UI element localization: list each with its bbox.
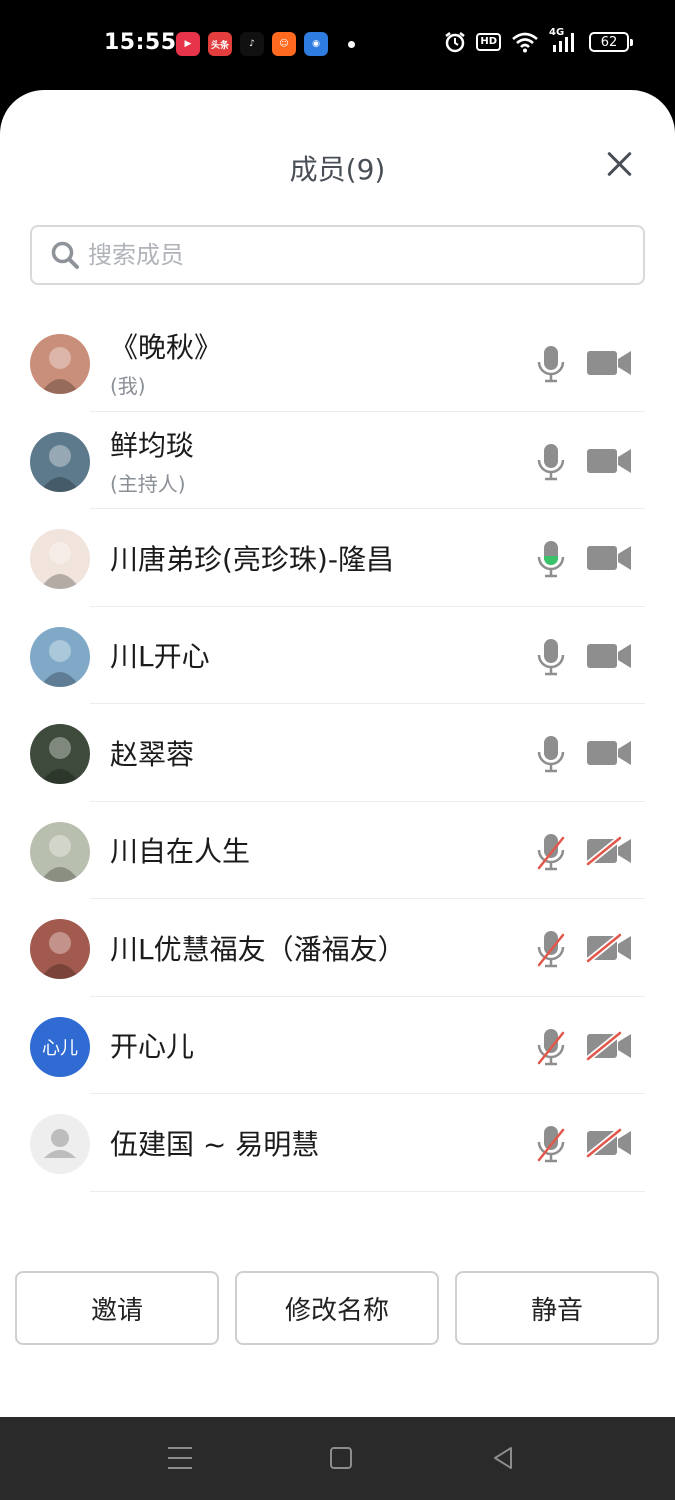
toutiao-app-icon: 头条 xyxy=(208,32,232,56)
status-time: 15:55 xyxy=(104,30,177,55)
mic-muted-icon[interactable] xyxy=(536,832,566,872)
avatar xyxy=(30,724,90,784)
default-avatar-icon xyxy=(30,1114,90,1174)
camera-off-icon[interactable] xyxy=(586,1127,632,1159)
avatar xyxy=(30,334,90,394)
member-info: 伍建国 ~ 易明慧 xyxy=(110,1094,319,1192)
tiktok-app-icon: ♪ xyxy=(240,32,264,56)
mic-icon[interactable] xyxy=(536,734,566,774)
avatar xyxy=(30,529,90,589)
member-role: (主持人) xyxy=(110,471,186,496)
member-info: 开心儿 xyxy=(110,997,194,1095)
avatar xyxy=(30,919,90,979)
invite-button[interactable]: 邀请 xyxy=(15,1271,219,1345)
member-name: 《晚秋》 xyxy=(110,331,223,365)
mute-button[interactable]: 静音 xyxy=(455,1271,659,1345)
camera-off-icon[interactable] xyxy=(586,932,632,964)
member-info: 《晚秋》 (我) xyxy=(110,314,222,412)
member-row[interactable]: 川L优慧福友（潘福友） xyxy=(0,899,675,997)
member-row[interactable]: 伍建国 ~ 易明慧 xyxy=(0,1094,675,1192)
camera-icon[interactable] xyxy=(586,738,632,768)
member-name: 开心儿 xyxy=(110,1030,195,1064)
camera-icon[interactable] xyxy=(586,543,632,573)
avatar: 心儿 xyxy=(30,1016,90,1077)
member-name: 赵翠蓉 xyxy=(110,737,195,771)
mic-muted-icon[interactable] xyxy=(536,929,566,969)
member-info: 川唐弟珍(亮珍珠)-隆昌 xyxy=(110,509,394,607)
member-row[interactable]: 心儿 开心儿 xyxy=(0,997,675,1095)
member-info: 赵翠蓉 xyxy=(110,704,194,802)
camera-icon[interactable] xyxy=(586,348,632,378)
member-name: 川L优慧福友（潘福友） xyxy=(110,932,406,966)
avatar xyxy=(30,431,90,492)
member-info: 鲜均琰 (主持人) xyxy=(110,412,194,510)
system-nav-bar xyxy=(0,1417,675,1500)
mic-icon[interactable] xyxy=(536,637,566,677)
row-divider xyxy=(90,1190,645,1192)
kuaishou-app-icon: ☺ xyxy=(272,32,296,56)
avatar xyxy=(30,821,90,882)
alarm-icon xyxy=(445,32,466,53)
battery-icon: 62 xyxy=(589,32,633,52)
back-button[interactable] xyxy=(490,1445,516,1471)
member-name: 川唐弟珍(亮珍珠)-隆昌 xyxy=(110,542,394,576)
hd-icon: HD xyxy=(476,33,501,51)
home-button[interactable] xyxy=(330,1447,352,1469)
mic-muted-icon[interactable] xyxy=(536,1027,566,1067)
member-row[interactable]: 川唐弟珍(亮珍珠)-隆昌 xyxy=(0,509,675,607)
camera-off-icon[interactable] xyxy=(586,1030,632,1061)
network-type-icon: 4G xyxy=(549,27,579,53)
status-indicators: HD 4G 62 xyxy=(444,27,633,53)
mic-icon[interactable] xyxy=(536,442,566,482)
member-name: 川L开心 xyxy=(110,640,210,674)
member-name: 川自在人生 xyxy=(110,835,251,869)
member-row[interactable]: 鲜均琰 (主持人) xyxy=(0,412,675,510)
page-title: 成员(9) xyxy=(289,153,386,186)
member-role: (我) xyxy=(110,374,146,399)
members-sheet: 成员(9) 《晚秋》 (我) 鲜均琰 (主持人) 川唐弟珍(亮珍珠)-隆昌川L开心赵翠蓉… xyxy=(0,90,675,1417)
camera-icon[interactable] xyxy=(586,641,632,671)
mic-muted-icon[interactable] xyxy=(536,1124,566,1164)
member-row[interactable]: 赵翠蓉 xyxy=(0,704,675,802)
mic-icon[interactable] xyxy=(536,539,566,579)
member-info: 川自在人生 xyxy=(110,802,250,900)
member-info: 川L开心 xyxy=(110,607,210,705)
avatar xyxy=(30,626,90,687)
camera-off-icon[interactable] xyxy=(586,835,632,866)
wifi-icon xyxy=(512,32,538,53)
notification-icons: ▶ 头条 ♪ ☺ ◉ xyxy=(176,32,355,56)
member-name: 鲜均琰 xyxy=(110,428,195,462)
recent-apps-button[interactable] xyxy=(168,1447,192,1469)
search-icon xyxy=(51,241,79,269)
member-row[interactable]: 川L开心 xyxy=(0,607,675,705)
member-name: 伍建国 ~ 易明慧 xyxy=(110,1127,320,1161)
meeting-app-icon: ◉ xyxy=(304,32,328,56)
mic-icon[interactable] xyxy=(536,344,566,384)
search-input[interactable] xyxy=(88,241,608,269)
video-app-icon: ▶ xyxy=(176,32,200,56)
member-row[interactable]: 《晚秋》 (我) xyxy=(0,314,675,412)
camera-icon[interactable] xyxy=(586,446,632,476)
member-info: 川L优慧福友（潘福友） xyxy=(110,899,406,997)
status-bar: 15:55 ▶ 头条 ♪ ☺ ◉ HD 4G 62 xyxy=(0,0,675,90)
action-bar: 邀请 修改名称 静音 xyxy=(0,1271,675,1347)
rename-button[interactable]: 修改名称 xyxy=(235,1271,439,1345)
search-box[interactable] xyxy=(30,225,645,285)
more-notifications-dot xyxy=(348,40,355,48)
member-row[interactable]: 川自在人生 xyxy=(0,802,675,900)
member-list: 《晚秋》 (我) 鲜均琰 (主持人) 川唐弟珍(亮珍珠)-隆昌 川L开心赵翠蓉川自在人生川… xyxy=(0,314,675,1192)
close-button[interactable] xyxy=(604,148,636,180)
